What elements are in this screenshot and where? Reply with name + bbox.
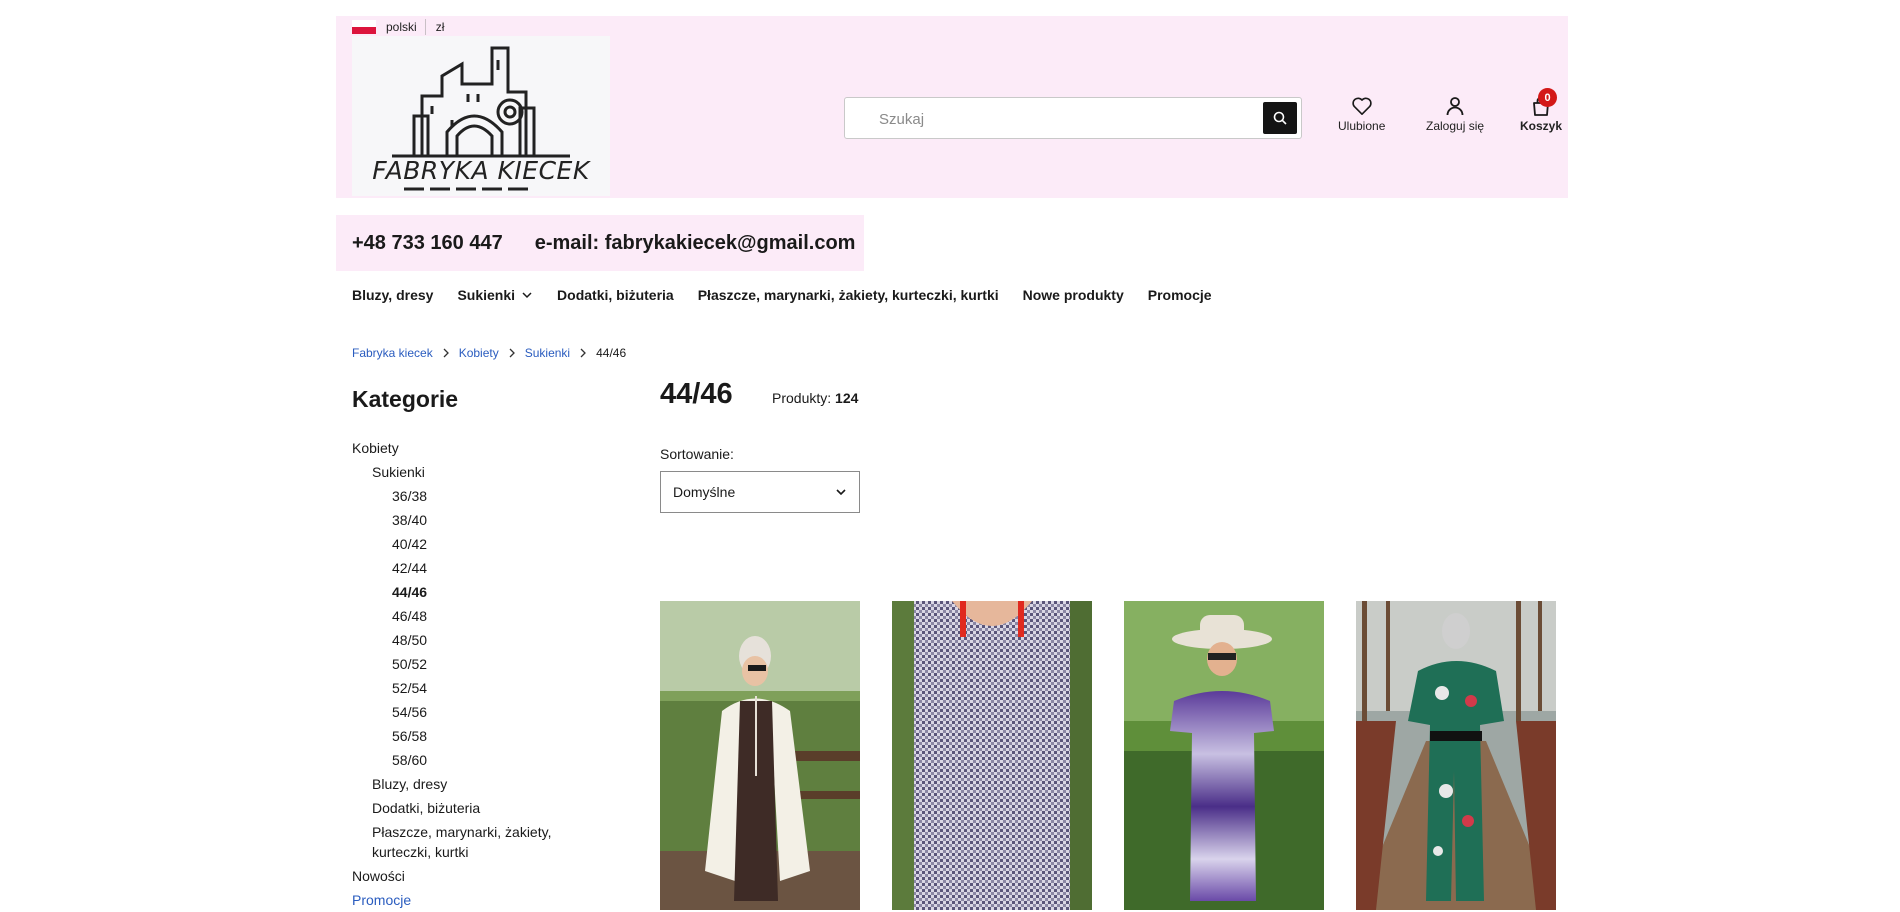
category-size-46-48[interactable]: 46/48 — [352, 604, 612, 628]
favorites-button[interactable]: Ulubione — [1338, 96, 1385, 133]
chevron-right-icon — [579, 348, 587, 358]
product-count-value: 124 — [835, 390, 859, 406]
product-card-image[interactable] — [892, 601, 1092, 910]
page-title: 44/46 — [660, 378, 733, 410]
main-navigation: Bluzy, dresy Sukienki Dodatki, biżuteria… — [352, 287, 1236, 303]
nav-item-plaszcze[interactable]: Płaszcze, marynarki, żakiety, kurteczki,… — [698, 287, 999, 303]
category-sukienki[interactable]: Sukienki — [352, 460, 612, 484]
breadcrumb-home-link[interactable]: Fabryka kiecek — [352, 346, 433, 360]
category-bluzy-dresy[interactable]: Bluzy, dresy — [352, 772, 612, 796]
category-list: Kobiety Sukienki 36/38 38/40 40/42 42/44… — [352, 436, 612, 912]
product-photo-check-dress — [892, 601, 1092, 910]
language-currency-bar: polski zł — [352, 18, 444, 36]
heart-icon — [1352, 97, 1372, 115]
search-input[interactable] — [877, 98, 1241, 140]
category-size-40-42[interactable]: 40/42 — [352, 532, 612, 556]
category-dodatki[interactable]: Dodatki, biżuteria — [352, 796, 612, 820]
category-size-54-56[interactable]: 54/56 — [352, 700, 612, 724]
product-photo-wave-dress — [1124, 601, 1324, 910]
language-selector[interactable]: polski — [386, 20, 417, 34]
category-size-56-58[interactable]: 56/58 — [352, 724, 612, 748]
breadcrumb-sukienki-link[interactable]: Sukienki — [525, 346, 570, 360]
search-box — [844, 97, 1302, 140]
product-photo-coat-dress — [660, 601, 860, 910]
login-label: Zaloguj się — [1426, 119, 1485, 133]
breadcrumb-current: 44/46 — [596, 346, 627, 360]
breadcrumb: Fabryka kiecek Kobiety Sukienki 44/46 — [352, 346, 626, 360]
nav-item-sukienki[interactable]: Sukienki — [457, 287, 533, 303]
category-size-58-60[interactable]: 58/60 — [352, 748, 612, 772]
favorites-label: Ulubione — [1338, 119, 1386, 133]
category-size-36-38[interactable]: 36/38 — [352, 484, 612, 508]
user-icon — [1446, 97, 1464, 116]
email-address: e-mail: fabrykakiecek@gmail.com — [534, 231, 856, 254]
nav-item-bluzy-dresy[interactable]: Bluzy, dresy — [352, 287, 433, 303]
product-card-image[interactable] — [1356, 601, 1556, 910]
nav-item-dodatki[interactable]: Dodatki, biżuteria — [557, 287, 674, 303]
sort-select[interactable]: Domyślne — [660, 471, 860, 513]
category-size-50-52[interactable]: 50/52 — [352, 652, 612, 676]
category-size-42-44[interactable]: 42/44 — [352, 556, 612, 580]
category-size-48-50[interactable]: 48/50 — [352, 628, 612, 652]
category-nowosci[interactable]: Nowości — [352, 864, 612, 888]
product-count-label: Produkty: — [772, 390, 832, 406]
nav-item-label: Sukienki — [457, 287, 516, 303]
cart-label: Koszyk — [1520, 119, 1563, 133]
chevron-down-icon — [522, 292, 532, 299]
poland-flag-icon — [352, 20, 376, 34]
category-plaszcze[interactable]: Płaszcze, marynarki, żakiety, kurteczki,… — [352, 820, 572, 864]
chevron-down-icon — [836, 489, 846, 496]
product-card-image[interactable] — [1124, 601, 1324, 910]
sort-label: Sortowanie: — [660, 446, 734, 462]
phone-number: +48 733 160 447 — [352, 231, 503, 254]
breadcrumb-kobiety-link[interactable]: Kobiety — [459, 346, 499, 360]
store-logo[interactable]: FABRYKA KIECEK — [352, 36, 610, 196]
logo-text: FABRYKA KIECEK — [372, 156, 592, 185]
nav-item-promocje[interactable]: Promocje — [1148, 287, 1212, 303]
building-logo-icon: FABRYKA KIECEK — [372, 46, 592, 191]
divider — [424, 19, 426, 35]
login-button[interactable]: Zaloguj się — [1426, 96, 1484, 133]
cart-count-badge: 0 — [1538, 88, 1557, 107]
category-size-38-40[interactable]: 38/40 — [352, 508, 612, 532]
currency-selector[interactable]: zł — [436, 20, 445, 34]
categories-heading: Kategorie — [352, 386, 459, 412]
product-card-image[interactable] — [660, 601, 860, 910]
category-size-52-54[interactable]: 52/54 — [352, 676, 612, 700]
product-count: Produkty: 124 — [772, 390, 858, 406]
chevron-right-icon — [508, 348, 516, 358]
category-kobiety[interactable]: Kobiety — [352, 436, 612, 460]
sort-selected-value: Domyślne — [673, 484, 736, 500]
contact-bar: +48 733 160 447 e-mail: fabrykakiecek@gm… — [336, 215, 864, 271]
category-promocje[interactable]: Promocje — [352, 888, 612, 912]
search-icon — [1273, 111, 1287, 125]
chevron-right-icon — [442, 348, 450, 358]
category-size-44-46[interactable]: 44/46 — [352, 580, 612, 604]
product-photo-floral-jumpsuit — [1356, 601, 1556, 910]
nav-item-nowe-produkty[interactable]: Nowe produkty — [1023, 287, 1124, 303]
search-button[interactable] — [1263, 102, 1297, 134]
